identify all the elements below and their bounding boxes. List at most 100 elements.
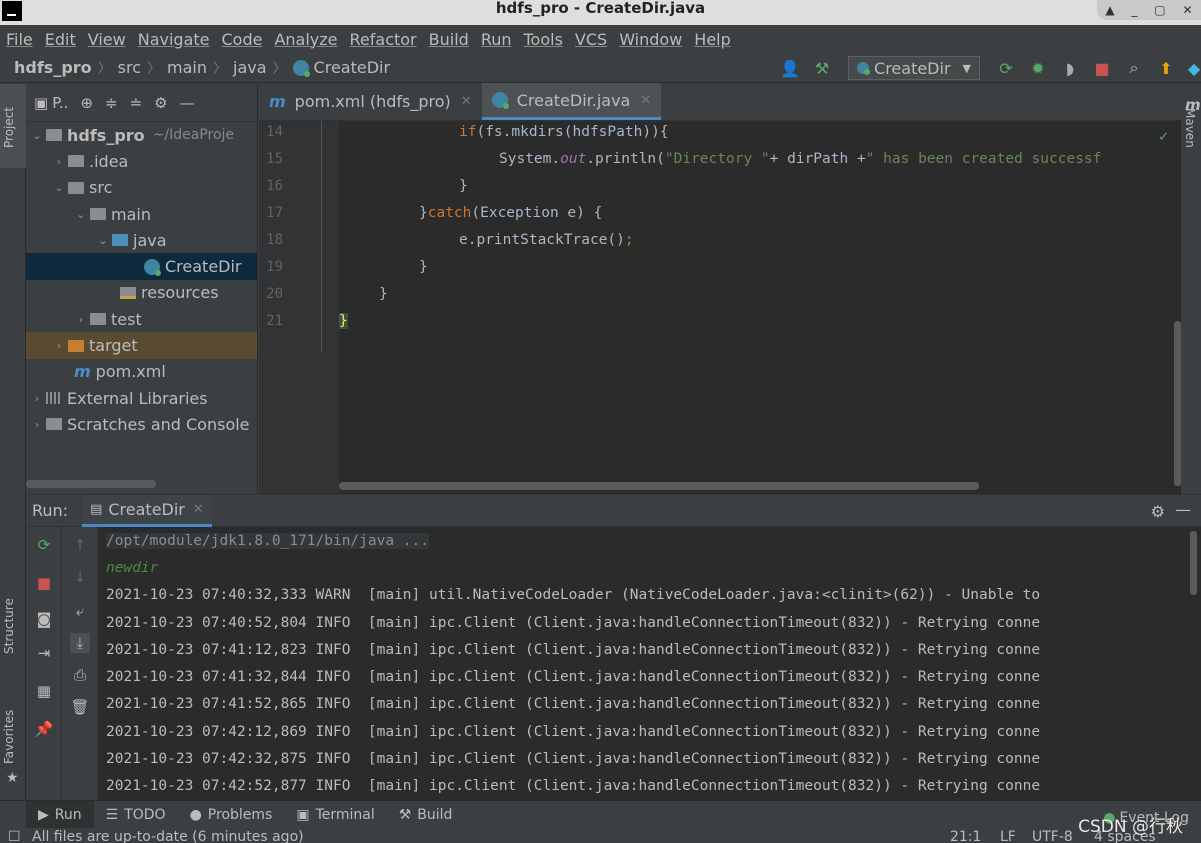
minimize-panel-icon[interactable]: —	[1175, 500, 1191, 519]
search-icon[interactable]: ⌕	[1123, 57, 1145, 79]
locate-icon[interactable]: ⊕	[80, 94, 93, 112]
run-configuration-select[interactable]: CreateDir ▼	[848, 56, 980, 80]
editor-vertical-scrollbar[interactable]	[1174, 321, 1181, 486]
bottom-tab-terminal[interactable]: ▣ Terminal	[284, 801, 386, 829]
status-caret-position[interactable]: 21:1	[950, 829, 981, 843]
window-minimize-icon[interactable]: _	[1131, 3, 1137, 17]
soft-wrap-icon[interactable]: ⤶	[70, 601, 90, 621]
console-scrollbar[interactable]	[1190, 531, 1197, 595]
pin-icon[interactable]: 📌	[34, 719, 54, 739]
maven-side-tab[interactable]: Maven	[1183, 108, 1197, 148]
status-toggle-icon[interactable]: ☐	[8, 829, 21, 843]
tree-item-resources[interactable]: resources	[26, 280, 257, 306]
collapse-all-icon[interactable]: ≐	[130, 94, 143, 112]
layout-icon[interactable]: ▦	[34, 681, 54, 701]
tab-label: pom.xml (hdfs_pro)	[294, 92, 451, 111]
chevron-down-icon: ⌄	[32, 128, 42, 142]
window-close-icon[interactable]: ✕	[1182, 3, 1192, 17]
tree-item-hdfs-pro[interactable]: ⌄ hdfs_pro ~/IdeaProje	[26, 122, 257, 148]
menu-refactor[interactable]: Refactor	[344, 30, 423, 49]
editor-horizontal-scrollbar[interactable]	[339, 482, 979, 490]
minimize-panel-icon[interactable]: —	[180, 94, 195, 112]
library-icon	[46, 392, 62, 405]
code-token: }	[419, 258, 428, 275]
tree-item-target[interactable]: › target	[26, 332, 257, 359]
down-arrow-icon[interactable]: ↓	[70, 567, 90, 587]
expand-all-icon[interactable]: ≑	[105, 94, 118, 112]
menu-view[interactable]: View	[82, 30, 132, 49]
print-icon[interactable]: ⎙	[70, 665, 90, 685]
menu-navigate[interactable]: Navigate	[132, 30, 216, 49]
gear-icon[interactable]: ⚙	[154, 94, 167, 112]
close-icon[interactable]: ✕	[461, 94, 472, 109]
rerun-icon[interactable]: ⟳	[995, 57, 1017, 79]
breadcrumb-src[interactable]: src	[118, 58, 141, 77]
close-icon[interactable]: ✕	[193, 502, 204, 517]
bottom-tab-todo[interactable]: ☰ TODO	[94, 801, 178, 829]
favorites-side-tab[interactable]: Favorites	[2, 710, 16, 764]
stop-icon[interactable]: ■	[34, 573, 54, 593]
gear-icon[interactable]: ⚙	[1151, 502, 1165, 521]
tree-item-pom-xml[interactable]: m pom.xml	[26, 359, 257, 385]
coverage-icon[interactable]: ◗	[1059, 57, 1081, 79]
close-icon[interactable]: ✕	[640, 93, 651, 108]
folder-icon	[90, 208, 106, 221]
debug-icon[interactable]: ✹	[1027, 57, 1049, 79]
user-icon[interactable]: 👤	[779, 57, 801, 79]
tree-item-java[interactable]: ⌄ java	[26, 227, 257, 253]
project-view-select[interactable]: P..	[52, 94, 68, 112]
tree-item-external-libraries[interactable]: › External Libraries	[26, 385, 257, 411]
status-line-separator[interactable]: LF	[1000, 829, 1016, 843]
update-icon[interactable]: ⬆	[1155, 57, 1177, 79]
scroll-to-end-icon[interactable]: ⤓	[70, 633, 90, 653]
menu-window[interactable]: Window	[613, 30, 688, 49]
breadcrumb-main[interactable]: main	[167, 58, 207, 77]
build-hammer-icon: ⚒	[398, 806, 412, 823]
trash-icon[interactable]: 🗑	[70, 697, 90, 717]
chevron-right-icon: ›	[56, 154, 62, 168]
breadcrumb-java[interactable]: java	[233, 58, 267, 77]
tree-item-main[interactable]: ⌄ main	[26, 201, 257, 227]
bottom-tab-run[interactable]: ▶ Run	[26, 800, 94, 829]
tree-item-label: pom.xml	[95, 362, 166, 382]
bottom-tab-problems[interactable]: ● Problems	[178, 801, 285, 829]
project-horizontal-scrollbar[interactable]	[26, 480, 156, 488]
tree-item-scratches[interactable]: › Scratches and Console	[26, 411, 257, 437]
build-hammer-icon[interactable]: ⚒	[811, 57, 833, 79]
menu-tools[interactable]: Tools	[518, 30, 569, 49]
tree-item-createdir[interactable]: CreateDir	[26, 253, 257, 280]
run-toolbar-left: ⟳ ■ ◙ ⇥ ▦ 📌	[26, 527, 62, 801]
plugin-icon[interactable]: ◆	[1187, 57, 1201, 79]
bottom-tab-build[interactable]: ⚒ Build	[387, 801, 465, 829]
run-tab-createdir[interactable]: ▤ CreateDir ✕	[82, 494, 212, 527]
up-arrow-icon[interactable]: ↑	[70, 535, 90, 555]
code-area[interactable]: ✓ 14 if(fs.mkdirs(hdfsPath)){ 15 System.…	[259, 121, 1181, 494]
menu-file[interactable]: File	[0, 30, 39, 49]
camera-icon[interactable]: ◙	[34, 609, 54, 629]
tab-createdir-java[interactable]: CreateDir.java ✕	[481, 83, 662, 120]
console-output[interactable]: /opt/module/jdk1.8.0_171/bin/java ... ne…	[106, 527, 1191, 801]
window-up-icon[interactable]: ▲	[1105, 3, 1114, 17]
menu-build[interactable]: Build	[423, 30, 475, 49]
structure-side-tab[interactable]: Structure	[2, 598, 16, 654]
tab-pom-xml[interactable]: m pom.xml (hdfs_pro) ✕	[259, 83, 482, 120]
project-side-tab-label: Project	[2, 106, 16, 148]
menu-edit[interactable]: Edit	[39, 30, 82, 49]
list-icon: ☰	[105, 806, 119, 823]
menu-vcs[interactable]: VCS	[569, 30, 613, 49]
menu-code[interactable]: Code	[216, 30, 269, 49]
menu-help[interactable]: Help	[688, 30, 736, 49]
breadcrumb-class[interactable]: CreateDir	[314, 58, 391, 77]
tree-item-test[interactable]: › test	[26, 306, 257, 332]
window-maximize-icon[interactable]: ▢	[1154, 3, 1165, 17]
breadcrumb-project[interactable]: hdfs_pro	[14, 58, 92, 77]
menu-run[interactable]: Run	[475, 30, 518, 49]
tree-item-label: hdfs_pro	[67, 125, 145, 145]
rerun-icon[interactable]: ⟳	[34, 535, 54, 555]
status-encoding[interactable]: UTF-8	[1032, 829, 1073, 843]
exit-icon[interactable]: ⇥	[34, 643, 54, 663]
menu-analyze[interactable]: Analyze	[268, 30, 343, 49]
tree-item-idea[interactable]: › .idea	[26, 148, 257, 174]
tree-item-src[interactable]: ⌄ src	[26, 175, 257, 201]
stop-icon[interactable]: ■	[1091, 57, 1113, 79]
